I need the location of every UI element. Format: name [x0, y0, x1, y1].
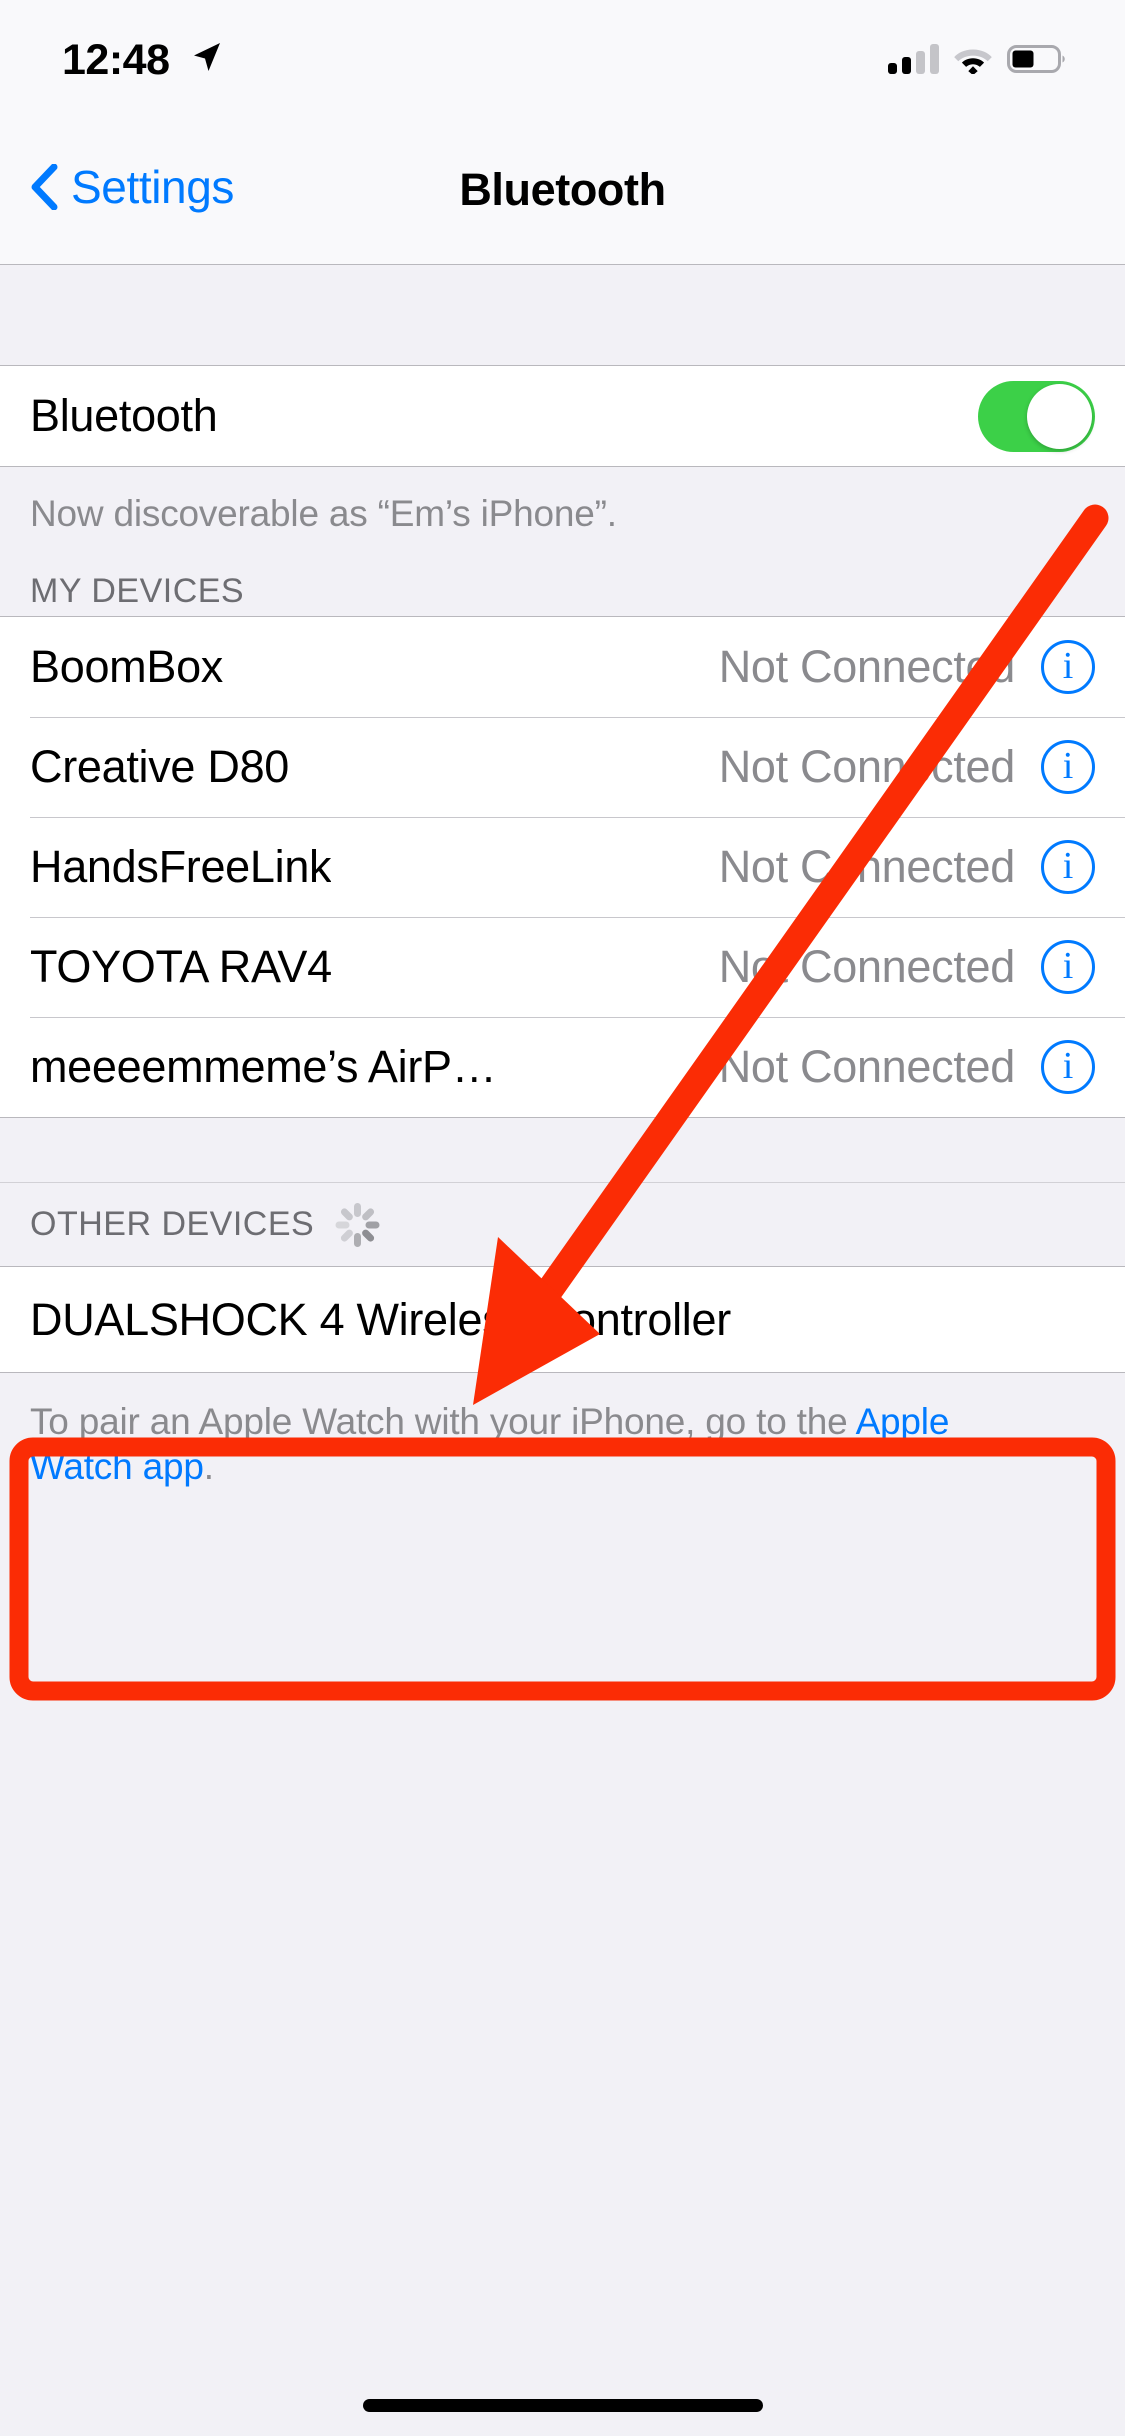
device-name: BoomBox [30, 641, 223, 693]
table-row[interactable]: meeeemmeme’s AirP… Not Connected i [0, 1017, 1125, 1118]
table-row[interactable]: Creative D80 Not Connected i [0, 717, 1125, 818]
iphone-screen: 12:48 Settings Bluetooth Bluetooth Now d… [0, 0, 1125, 2436]
device-name: TOYOTA RAV4 [30, 941, 332, 993]
device-status: Not Connected [718, 941, 1016, 993]
battery-icon [1007, 45, 1065, 73]
location-arrow-icon [194, 43, 220, 71]
page-title: Bluetooth [459, 164, 666, 215]
bluetooth-label: Bluetooth [30, 390, 218, 441]
other-devices-header-label: OTHER DEVICES [30, 1205, 315, 1244]
activity-spinner-icon [334, 1202, 380, 1248]
toggle-knob [1027, 383, 1092, 449]
apple-watch-footer: To pair an Apple Watch with your iPhone,… [0, 1373, 1020, 1489]
table-row[interactable]: TOYOTA RAV4 Not Connected i [0, 917, 1125, 1018]
discoverable-note: Now discoverable as “Em’s iPhone”. [30, 493, 617, 534]
navigation-bar: Settings Bluetooth [0, 132, 1125, 265]
footer-text-before: To pair an Apple Watch with your iPhone,… [30, 1401, 856, 1443]
device-name: Creative D80 [30, 741, 290, 793]
status-bar-time: 12:48 [62, 36, 170, 84]
table-row[interactable]: DUALSHOCK 4 Wireless Controller [0, 1267, 1125, 1373]
other-devices-header: OTHER DEVICES [0, 1182, 1125, 1267]
other-devices-card: DUALSHOCK 4 Wireless Controller [0, 1266, 1125, 1374]
settings-content: Bluetooth Now discoverable as “Em’s iPho… [0, 266, 1125, 2436]
wifi-icon [954, 49, 992, 74]
info-circle-icon[interactable]: i [1041, 640, 1095, 695]
table-row[interactable]: HandsFreeLink Not Connected i [0, 817, 1125, 918]
device-status: Not Connected [718, 841, 1016, 893]
device-name: HandsFreeLink [30, 841, 332, 893]
device-status: Not Connected [718, 1041, 1016, 1093]
my-devices-card: BoomBox Not Connected i Creative D80 Not… [0, 616, 1125, 1119]
bluetooth-toggle-switch[interactable] [978, 380, 1095, 452]
my-devices-header-label: MY DEVICES [30, 571, 245, 610]
footer-text-after: . [203, 1446, 214, 1488]
info-circle-icon[interactable]: i [1041, 1040, 1095, 1095]
device-status: Not Connected [718, 641, 1016, 693]
device-name: meeeemmeme’s AirP… [30, 1041, 497, 1093]
table-row[interactable]: BoomBox Not Connected i [0, 617, 1125, 718]
status-bar: 12:48 [0, 0, 1125, 132]
info-circle-icon[interactable]: i [1041, 940, 1095, 995]
device-status: Not Connected [718, 741, 1016, 793]
info-circle-icon[interactable]: i [1041, 840, 1095, 895]
device-name: DUALSHOCK 4 Wireless Controller [30, 1293, 731, 1345]
section-spacer [0, 1118, 1125, 1183]
cellular-signal-icon [888, 44, 939, 74]
bluetooth-toggle-card: Bluetooth [0, 365, 1125, 467]
status-bar-indicators [888, 44, 1067, 74]
my-devices-header: MY DEVICES [0, 536, 1125, 617]
info-circle-icon[interactable]: i [1041, 740, 1095, 795]
top-spacer [0, 266, 1125, 365]
home-indicator[interactable] [362, 2399, 763, 2412]
bluetooth-toggle-row[interactable]: Bluetooth [0, 366, 1125, 466]
